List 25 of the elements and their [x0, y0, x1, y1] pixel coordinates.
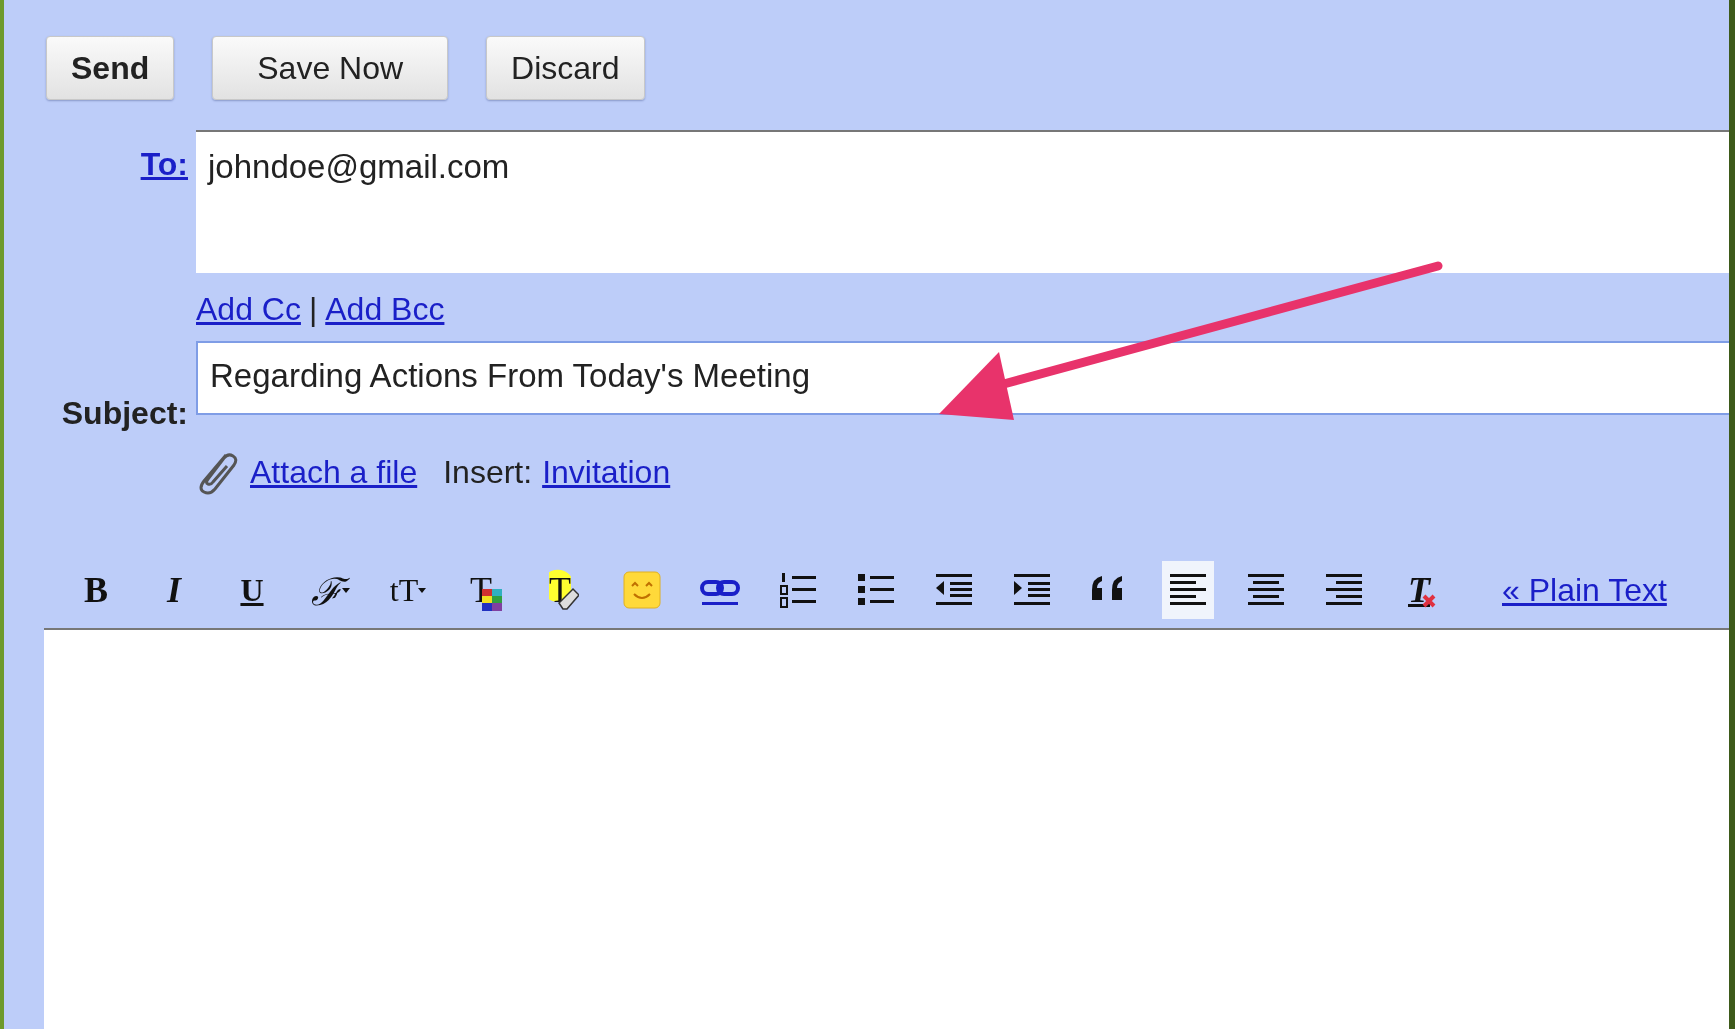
- smiley-icon: [620, 568, 664, 612]
- highlight-button[interactable]: T: [538, 561, 590, 619]
- attach-file-link[interactable]: Attach a file: [250, 453, 418, 491]
- align-left-button[interactable]: [1162, 561, 1214, 619]
- invitation-link[interactable]: Invitation: [542, 453, 671, 491]
- plain-text-link[interactable]: « Plain Text: [1502, 571, 1667, 609]
- subject-field[interactable]: Regarding Actions From Today's Meeting: [196, 341, 1729, 415]
- font-button[interactable]: ℱ: [304, 561, 356, 619]
- add-cc-link[interactable]: Add Cc: [196, 290, 301, 328]
- discard-button[interactable]: Discard: [486, 36, 645, 100]
- insert-label: Insert:: [443, 453, 533, 491]
- dropdown-caret-icon: [341, 587, 350, 593]
- italic-button[interactable]: I: [148, 561, 200, 619]
- subject-label: Subject:: [61, 395, 188, 431]
- separator: |: [308, 290, 318, 328]
- bold-button[interactable]: B: [70, 561, 122, 619]
- font-size-button[interactable]: tT: [382, 561, 434, 619]
- send-button[interactable]: Send: [46, 36, 175, 100]
- to-field[interactable]: johndoe@gmail.com: [196, 130, 1729, 273]
- save-button[interactable]: Save Now: [212, 36, 449, 100]
- remove-format-button[interactable]: T: [1396, 561, 1448, 619]
- to-link[interactable]: To:: [4, 130, 192, 183]
- add-bcc-link[interactable]: Add Bcc: [325, 290, 445, 328]
- dropdown-caret-icon: [418, 587, 427, 593]
- underline-button[interactable]: U: [226, 561, 278, 619]
